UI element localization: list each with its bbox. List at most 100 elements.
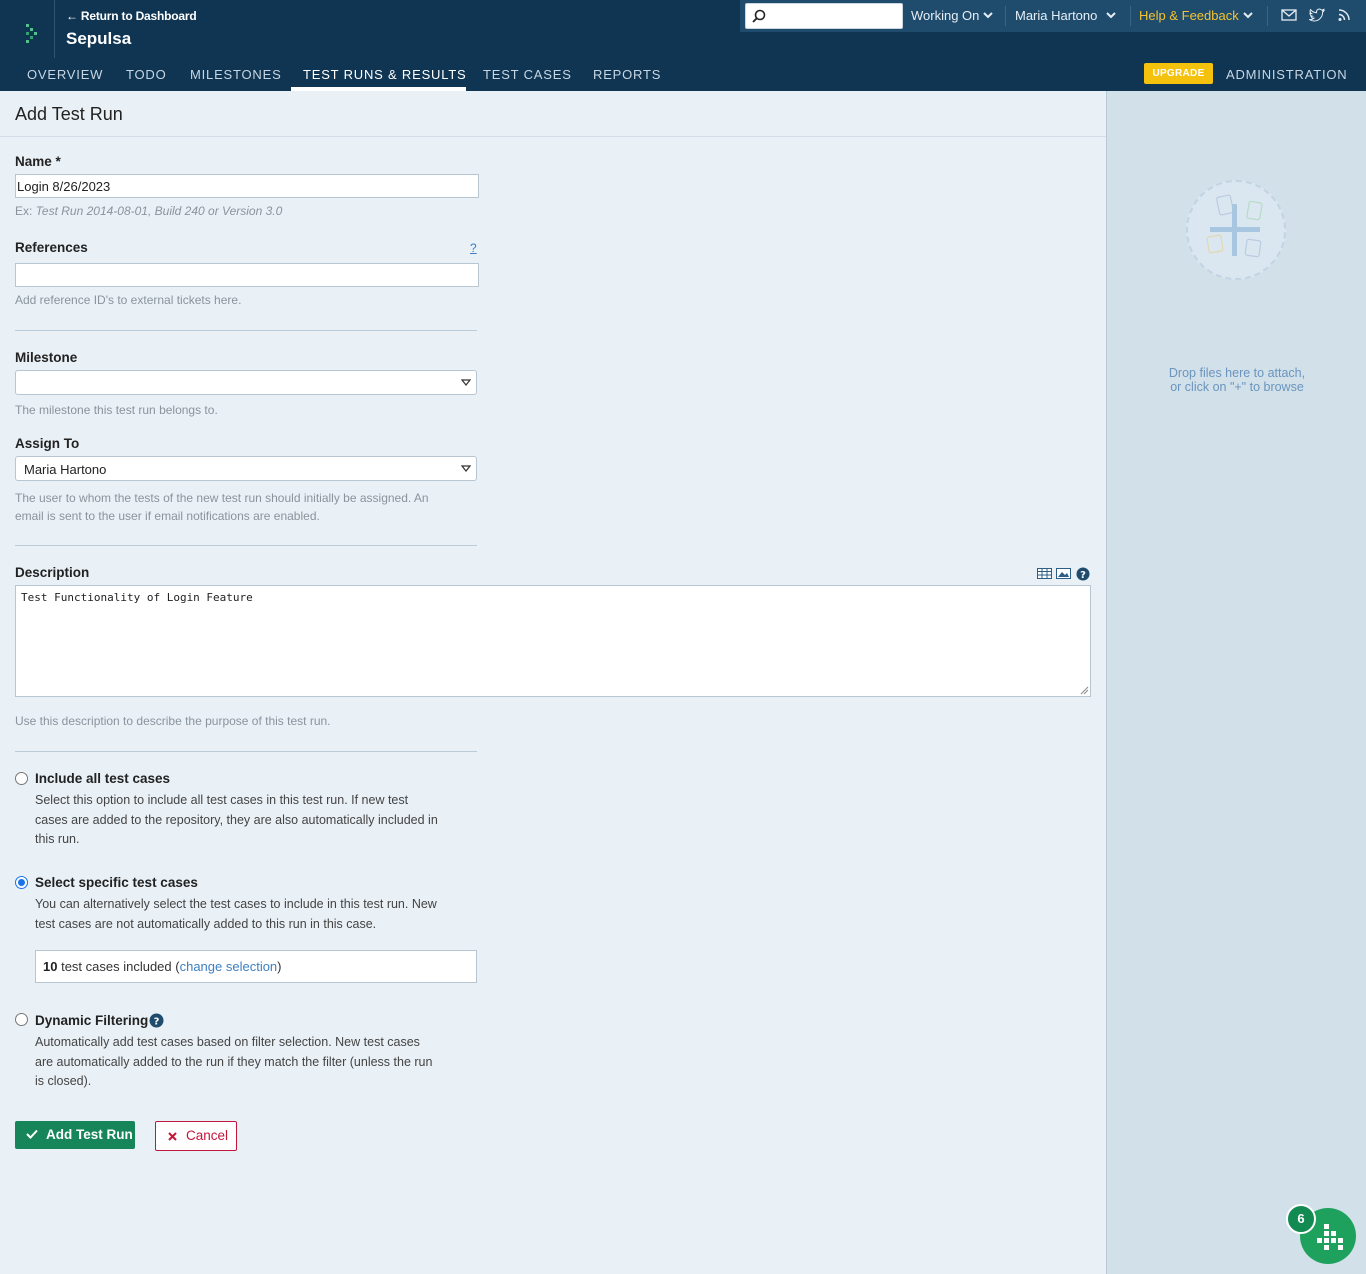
add-test-run-button[interactable]: Add Test Run (15, 1121, 135, 1149)
include-all-desc-line1: Select this option to include all test c… (35, 793, 409, 807)
dynamic-filtering-radio[interactable] (15, 1013, 28, 1026)
include-all-title[interactable]: Include all test cases (35, 771, 170, 786)
check-icon (26, 1129, 38, 1139)
select-specific-desc-line2: test cases are not automatically added t… (35, 916, 377, 931)
close-icon (168, 1132, 177, 1141)
dynamic-filtering-desc-line1: Automatically add test cases based on fi… (35, 1035, 420, 1049)
rss-icon[interactable] (1337, 8, 1353, 22)
description-hint: Use this description to describe the pur… (15, 714, 331, 728)
include-all-description: Select this option to include all test c… (35, 791, 480, 850)
attachments-sidebar[interactable]: Drop files here to attach, or click on "… (1106, 91, 1366, 1274)
upgrade-button[interactable]: UPGRADE (1144, 63, 1213, 84)
top-header: ← Return to Dashboard Sepulsa Working On… (0, 0, 1366, 91)
description-label: Description (15, 565, 90, 580)
tab-todo[interactable]: TODO (126, 67, 167, 82)
name-label: Name * (15, 154, 61, 169)
include-all-desc-line2: cases are added to the repository, they … (35, 812, 438, 827)
user-menu-dropdown[interactable]: Maria Hartono (1015, 8, 1117, 23)
notification-badge[interactable]: 6 (1286, 1204, 1316, 1234)
divider (1130, 6, 1131, 26)
assign-to-hint-line1: The user to whom the tests of the new te… (15, 491, 429, 505)
close-paren: ) (277, 959, 282, 974)
add-attachment-icon[interactable] (1188, 182, 1284, 278)
assign-to-label: Assign To (15, 436, 80, 451)
description-textarea[interactable]: Test Functionality of Login Feature (15, 585, 1091, 697)
select-specific-radio[interactable] (15, 876, 28, 889)
name-hint-example: Test Run 2014-08-01, Build 240 or Versio… (35, 204, 283, 218)
help-icon[interactable]: ? (149, 1013, 164, 1028)
project-name[interactable]: Sepulsa (66, 29, 131, 49)
selected-cases-box: 10 test cases included (change selection… (35, 950, 477, 983)
page-title: Add Test Run (15, 104, 123, 124)
tab-test-runs-results[interactable]: TEST RUNS & RESULTS (303, 67, 467, 82)
assign-to-value: Maria Hartono (24, 462, 107, 477)
twitter-icon[interactable] (1309, 8, 1325, 22)
milestone-select[interactable] (15, 370, 477, 395)
attachment-drop-zone[interactable] (1186, 180, 1286, 280)
milestone-label: Milestone (15, 350, 78, 365)
add-test-run-label: Add Test Run (46, 1127, 133, 1142)
cancel-label: Cancel (186, 1128, 229, 1143)
references-help-link[interactable]: ? (470, 241, 477, 255)
name-hint-prefix: Ex: (15, 204, 36, 218)
description-value: Test Functionality of Login Feature (21, 591, 253, 604)
assign-to-hint-line2: email is sent to the user if email notif… (15, 509, 320, 523)
drop-files-line1: Drop files here to attach, (1168, 366, 1306, 380)
include-all-desc-line3: this run. (35, 832, 80, 846)
section-divider (15, 751, 477, 752)
search-input[interactable] (768, 7, 898, 25)
logo-divider (54, 0, 55, 58)
assign-to-select[interactable]: Maria Hartono (15, 456, 477, 481)
table-icon[interactable] (1037, 567, 1052, 585)
references-label: References (15, 240, 88, 255)
milestone-hint: The milestone this test run belongs to. (15, 403, 218, 417)
assign-to-hint: The user to whom the tests of the new te… (15, 489, 429, 525)
tab-overview[interactable]: OVERVIEW (27, 67, 103, 82)
divider (1267, 6, 1268, 26)
dynamic-filtering-title[interactable]: Dynamic Filtering (35, 1013, 148, 1028)
tab-reports[interactable]: REPORTS (593, 67, 661, 82)
drop-files-hint: Drop files here to attach, or click on "… (1107, 366, 1366, 394)
user-name: Maria Hartono (1015, 8, 1098, 23)
caret-down-icon (461, 379, 471, 386)
references-input[interactable] (15, 263, 479, 287)
chevron-down-icon (1106, 12, 1117, 19)
help-feedback-label: Help & Feedback (1139, 8, 1239, 23)
chevron-down-icon (1243, 12, 1253, 19)
drop-files-line2: or click on "+" to browse (1170, 380, 1304, 394)
include-all-radio[interactable] (15, 772, 28, 785)
select-specific-title[interactable]: Select specific test cases (35, 875, 198, 890)
tab-test-cases[interactable]: TEST CASES (483, 67, 572, 82)
search-icon (752, 9, 766, 23)
cancel-button[interactable]: Cancel (155, 1121, 237, 1151)
section-divider (15, 545, 477, 546)
title-divider (0, 136, 1106, 137)
name-hint: Ex: Test Run 2014-08-01, Build 240 or Ve… (15, 204, 282, 218)
working-on-dropdown[interactable]: Working On (911, 8, 994, 23)
image-icon[interactable] (1056, 567, 1071, 585)
top-right-bar: Working On Maria Hartono Help & Feedback (740, 0, 1366, 32)
resize-handle-icon[interactable] (1080, 686, 1089, 695)
svg-text:?: ? (154, 1017, 160, 1028)
help-feedback-dropdown[interactable]: Help & Feedback (1139, 8, 1253, 23)
name-input[interactable] (15, 174, 479, 198)
select-specific-desc-line1: You can alternatively select the test ca… (35, 897, 437, 911)
app-logo-icon[interactable] (22, 22, 42, 44)
help-icon[interactable]: ? (1076, 567, 1090, 586)
tab-administration[interactable]: ADMINISTRATION (1226, 67, 1347, 82)
change-selection-link[interactable]: change selection (180, 959, 278, 974)
active-tab-indicator (291, 87, 466, 91)
divider (1005, 6, 1006, 26)
cases-included-text: test cases included ( (57, 959, 180, 974)
working-on-label: Working On (911, 8, 980, 23)
case-count: 10 (43, 959, 58, 974)
dynamic-filtering-desc-line3: is closed). (35, 1074, 92, 1088)
chevron-down-icon (983, 12, 994, 19)
references-hint: Add reference ID's to external tickets h… (15, 293, 242, 307)
dynamic-filtering-desc-line2: are automatically added to the run if th… (35, 1054, 433, 1069)
mail-icon[interactable] (1281, 8, 1297, 22)
return-to-dashboard-link[interactable]: ← Return to Dashboard (66, 9, 197, 23)
select-specific-description: You can alternatively select the test ca… (35, 895, 480, 934)
search-field[interactable] (745, 3, 903, 29)
tab-milestones[interactable]: MILESTONES (190, 67, 282, 82)
